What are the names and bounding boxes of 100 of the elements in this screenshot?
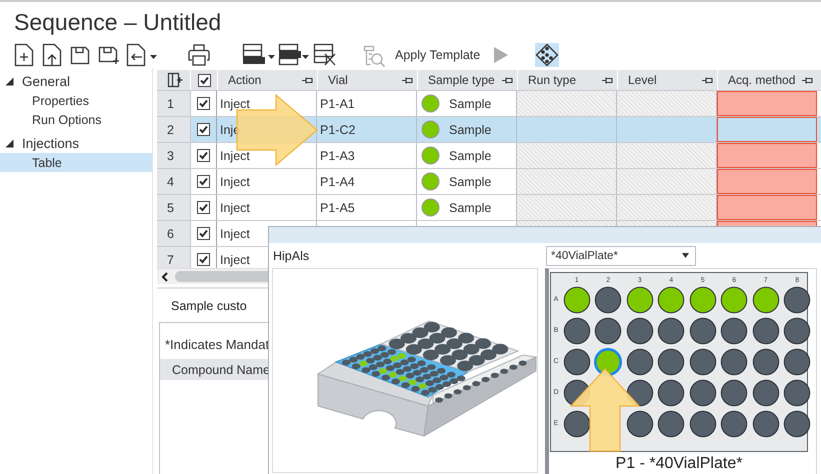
- tree-item[interactable]: Table: [0, 153, 152, 172]
- empty-vial-well[interactable]: [688, 348, 717, 376]
- template-button[interactable]: Apply Template: [363, 42, 480, 66]
- row-checkbox[interactable]: [197, 149, 210, 162]
- sample-type-dot: [421, 172, 440, 191]
- tree-group[interactable]: Injections: [0, 134, 152, 153]
- empty-vial-well[interactable]: [562, 348, 591, 376]
- empty-vial-well[interactable]: [752, 316, 780, 344]
- row-number: 4: [157, 169, 190, 194]
- pin-icon: [402, 76, 413, 84]
- filled-vial-well[interactable]: [688, 286, 717, 314]
- empty-vial-well[interactable]: [688, 378, 717, 406]
- filled-vial-well[interactable]: [657, 286, 686, 314]
- sample-type-dot: [421, 94, 440, 113]
- filled-vial-well[interactable]: [752, 286, 780, 314]
- tree-item[interactable]: Properties: [0, 91, 152, 110]
- delete-rows-icon: [313, 42, 337, 66]
- table-cell: Sample: [449, 200, 492, 214]
- filled-vial-well[interactable]: [720, 286, 748, 314]
- empty-vial-well[interactable]: [562, 316, 591, 344]
- row-checkbox[interactable]: [197, 253, 210, 266]
- empty-vial-well[interactable]: [594, 286, 622, 314]
- plate-caption: P1 - *40VialPlate*: [614, 455, 744, 473]
- insert-row-button[interactable]: [278, 42, 310, 66]
- scroll-left-icon: [161, 272, 169, 282]
- add-column-icon: [167, 72, 183, 88]
- row-number: 1: [157, 91, 190, 116]
- pin-icon: [602, 76, 613, 84]
- empty-vial-well[interactable]: [783, 316, 812, 344]
- window-title: Sequence – Untitled: [14, 9, 222, 35]
- row-checkbox[interactable]: [197, 227, 210, 240]
- row-number: 7: [157, 247, 190, 268]
- sample-type-dot: [421, 120, 440, 139]
- table-row[interactable]: 5 Inject P1-A5 Sample: [157, 194, 821, 220]
- row-number: 6: [157, 221, 190, 246]
- empty-vial-well[interactable]: [720, 378, 748, 406]
- empty-vial-well[interactable]: [657, 410, 686, 438]
- empty-vial-well[interactable]: [594, 316, 622, 344]
- table-row[interactable]: 4 Inject P1-A4 Sample: [157, 168, 821, 194]
- row-number: 5: [157, 195, 190, 220]
- sample-type-dot: [421, 198, 440, 217]
- empty-vial-well[interactable]: [657, 316, 686, 344]
- upload-document-icon: [42, 42, 62, 66]
- pin-icon: [502, 76, 513, 84]
- mandatory-note: *Indicates Mandat: [165, 337, 270, 352]
- vial-plate-button[interactable]: [535, 42, 560, 66]
- table-cell: Sample: [449, 148, 492, 162]
- table-cell: Sample: [449, 122, 492, 136]
- empty-vial-well[interactable]: [626, 348, 654, 376]
- insert-row-icon: [278, 42, 310, 66]
- upload-document-button[interactable]: [42, 42, 62, 66]
- filled-vial-well[interactable]: [626, 286, 654, 314]
- new-document-button[interactable]: [14, 42, 34, 66]
- table-cell: Sample: [449, 174, 492, 188]
- add-row-button[interactable]: [242, 42, 276, 66]
- table-row[interactable]: 3 Inject P1-A3 Sample: [157, 142, 821, 168]
- empty-vial-well[interactable]: [783, 410, 812, 438]
- empty-vial-well[interactable]: [562, 410, 591, 438]
- empty-vial-well[interactable]: [626, 316, 654, 344]
- dropdown-caret-icon: [682, 253, 689, 258]
- tree-item[interactable]: Run Options: [0, 110, 152, 129]
- filled-vial-well[interactable]: [562, 286, 591, 314]
- plate-type-dropdown[interactable]: *40VialPlate*: [546, 246, 696, 266]
- print-button[interactable]: [188, 42, 210, 66]
- delete-rows-button[interactable]: [313, 42, 337, 66]
- empty-vial-well[interactable]: [720, 316, 748, 344]
- select-all-checkbox[interactable]: [198, 74, 210, 86]
- empty-vial-well[interactable]: [783, 286, 812, 314]
- row-checkbox[interactable]: [197, 97, 210, 110]
- pin-icon: [302, 76, 313, 84]
- row-number: 2: [157, 117, 190, 142]
- empty-vial-well[interactable]: [752, 348, 780, 376]
- export-document-icon: [126, 42, 158, 66]
- vial-plate-icon: [535, 42, 560, 66]
- row-checkbox[interactable]: [197, 123, 210, 136]
- empty-vial-well[interactable]: [720, 348, 748, 376]
- empty-vial-well[interactable]: [688, 316, 717, 344]
- empty-vial-well[interactable]: [626, 410, 654, 438]
- empty-vial-well[interactable]: [657, 348, 686, 376]
- add-row-icon: [242, 42, 276, 66]
- sample-type-dot: [421, 146, 440, 165]
- empty-vial-well[interactable]: [720, 410, 748, 438]
- empty-vial-well[interactable]: [752, 378, 780, 406]
- panel-tab[interactable]: Sample custo: [171, 298, 247, 312]
- empty-vial-well[interactable]: [783, 348, 812, 376]
- table-row[interactable]: 1 Inject P1-A1 Sample: [157, 90, 821, 116]
- pin-icon: [802, 76, 813, 84]
- empty-vial-well[interactable]: [783, 378, 812, 406]
- empty-vial-well[interactable]: [626, 378, 654, 406]
- export-document-button[interactable]: [126, 42, 158, 66]
- print-icon: [188, 42, 210, 66]
- empty-vial-well[interactable]: [688, 410, 717, 438]
- autosampler-label: HipAls: [273, 248, 310, 262]
- row-checkbox[interactable]: [197, 175, 210, 188]
- tree-group[interactable]: General: [0, 72, 152, 91]
- empty-vial-well[interactable]: [657, 378, 686, 406]
- pin-icon: [702, 76, 713, 84]
- empty-vial-well[interactable]: [752, 410, 780, 438]
- row-checkbox[interactable]: [197, 201, 210, 214]
- new-document-icon: [14, 42, 34, 66]
